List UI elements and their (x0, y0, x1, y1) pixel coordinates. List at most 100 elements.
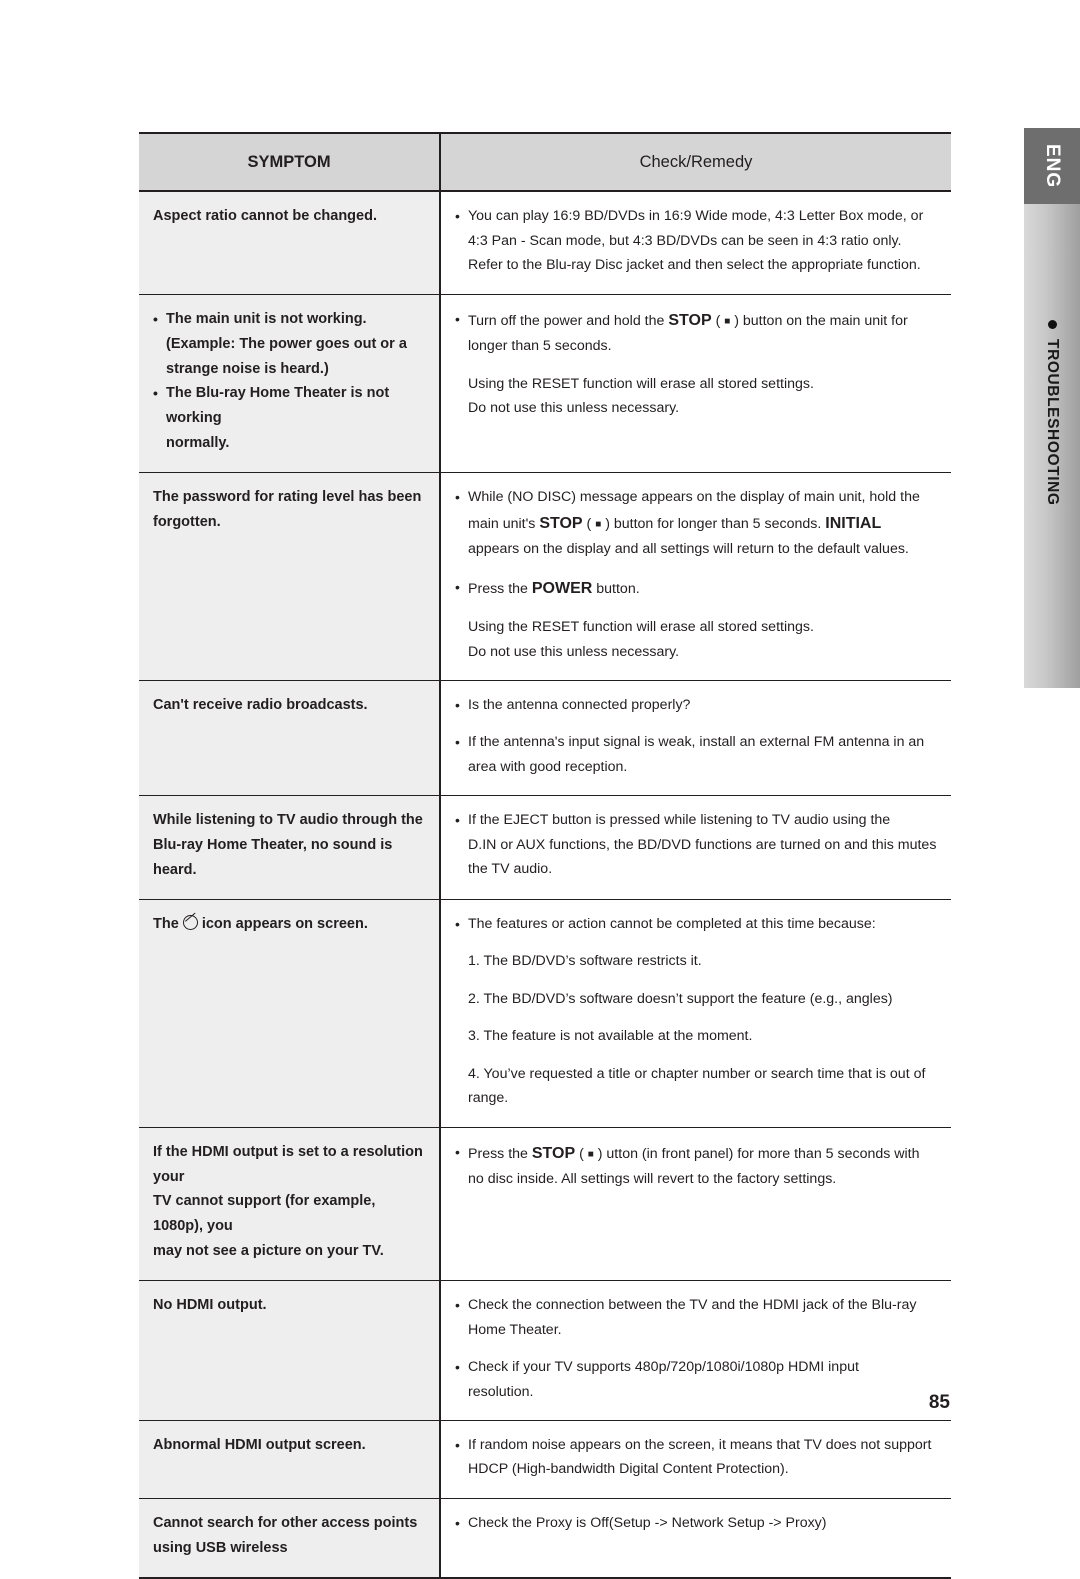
bullet-icon: • (455, 734, 460, 751)
remedy-cell: • Turn off the power and hold the STOP ( … (441, 295, 951, 473)
remedy-text: If the EJECT button is pressed while lis… (468, 812, 891, 829)
symptom-bullet-line: • The main unit is not working. (153, 307, 425, 332)
remedy-bullet-line: • The features or action cannot be comple… (455, 912, 939, 936)
bullet-icon: • (455, 1143, 460, 1160)
remedy-text: Do not use this unless necessary. (468, 643, 680, 660)
remedy-text: Do not use this unless necessary. (468, 400, 680, 416)
remedy-text: 1. The BD/DVD’s software restricts it. (468, 953, 702, 970)
symptom-text: The main unit is not working. (166, 310, 367, 327)
remedy-text: If the antenna's input signal is weak, i… (468, 734, 925, 751)
remedy-text: Using the RESET function will erase all … (468, 619, 814, 636)
remedy-cell: • Check the connection between the TV and… (441, 1281, 951, 1420)
remedy-text: The features or action cannot be complet… (468, 916, 876, 933)
bullet-icon: • (455, 208, 460, 225)
bullet-dot-icon (1047, 320, 1057, 329)
remedy-bullet-line: • While (NO DISC) message appears on the … (455, 485, 939, 509)
remedy-text: If random noise appears on the screen, i… (468, 1436, 932, 1453)
table-row: Can't receive radio broadcasts. • Is the a… (139, 680, 951, 797)
remedy-text: 4. You’ve requested a title or chapter n… (468, 1065, 926, 1107)
bullet-icon: • (455, 489, 460, 506)
symptom-text: normally. (166, 435, 230, 452)
symptom-text: The password for rating level has been (153, 489, 422, 506)
table-row: If the HDMI output is set to a resolutio… (139, 1127, 951, 1282)
bullet-icon: • (455, 1436, 460, 1453)
remedy-cell: • Check the Proxy is Off(Setup -> Network… (441, 1499, 951, 1577)
remedy-bullet-line: • If the EJECT button is pressed while li… (455, 808, 939, 832)
page-number: 85 (928, 1392, 950, 1413)
remedy-text: Check the Proxy is Off(Setup -> Network … (468, 1514, 827, 1531)
remedy-cell: • If the EJECT button is pressed while li… (441, 796, 951, 899)
symptom-cell: While listening to TV audio through the B… (139, 796, 441, 900)
side-tab-section-label: TROUBLESHOOTING (1044, 339, 1061, 506)
symptom-text: (Example: The power goes out or a (166, 335, 407, 352)
symptom-cell: • The main unit is not working. (Example: … (139, 294, 441, 473)
symptom-text: Abnormal HDMI output screen. (153, 1436, 366, 1453)
table-row: While listening to TV audio through the B… (139, 796, 951, 901)
symptom-text: using USB wireless (153, 1539, 288, 1556)
remedy-text: area with good reception. (468, 758, 628, 775)
symptom-text: While listening to TV audio through the (153, 812, 423, 829)
side-tab-language-label: ENG (1042, 143, 1063, 189)
bullet-icon: • (455, 916, 460, 933)
table-header-row: SYMPTOM Check/Remedy (139, 134, 951, 193)
remedy-text: 4:3 Pan - Scan mode, but 4:3 BD/DVDs can… (468, 232, 902, 249)
remedy-text: the TV audio. (468, 861, 553, 878)
symptom-text: The icon appears on screen. (153, 915, 368, 933)
symptom-text: Blu-ray Home Theater, no sound is (153, 837, 393, 854)
remedy-text: main unit's STOP ( ■ ) button for longer… (468, 514, 882, 532)
symptom-text: Cannot search for other access points (153, 1514, 418, 1531)
remedy-cell: • While (NO DISC) message appears on the … (441, 473, 951, 680)
table-row: No HDMI output. • Check the connection bet… (139, 1281, 951, 1421)
table-row: Cannot search for other access points usi… (139, 1498, 951, 1577)
remedy-bullet-line: • Press the POWER button. (455, 575, 939, 603)
symptom-text: If the HDMI output is set to a resolutio… (153, 1143, 423, 1185)
bullet-icon: • (153, 385, 158, 402)
symptom-text: heard. (153, 862, 197, 879)
symptom-cell: Aspect ratio cannot be changed. (139, 192, 441, 294)
symptom-cell: If the HDMI output is set to a resolutio… (139, 1127, 441, 1281)
remedy-text: 2. The BD/DVD’s software doesn’t support… (468, 990, 893, 1007)
remedy-cell: • You can play 16:9 BD/DVDs in 16:9 Wide … (441, 192, 951, 293)
bullet-icon: • (455, 1359, 460, 1376)
bullet-icon: • (455, 1297, 460, 1314)
symptom-text: strange noise is heard.) (166, 360, 329, 377)
remedy-text: Turn off the power and hold the STOP ( ■… (468, 311, 908, 329)
remedy-bullet-line: • Check if your TV supports 480p/720p/108… (455, 1355, 939, 1379)
table-row: • The main unit is not working. (Example: … (139, 294, 951, 474)
remedy-cell: • Is the antenna connected properly? • If t… (441, 681, 951, 795)
remedy-text: longer than 5 seconds. (468, 338, 612, 355)
remedy-cell: • If random noise appears on the screen, … (441, 1421, 951, 1498)
symptom-cell: Abnormal HDMI output screen. (139, 1420, 441, 1498)
bullet-icon: • (455, 1514, 460, 1531)
symptom-text: The Blu-ray Home Theater is not working (166, 385, 390, 427)
remedy-bullet-line: • Check the Proxy is Off(Setup -> Network… (455, 1511, 939, 1535)
table-row: The password for rating level has been fo… (139, 473, 951, 681)
remedy-text: resolution. (468, 1383, 534, 1400)
remedy-bullet-line: • If random noise appears on the screen, … (455, 1433, 939, 1457)
table-row: Abnormal HDMI output screen. • If random n… (139, 1420, 951, 1499)
remedy-bullet-line: • You can play 16:9 BD/DVDs in 16:9 Wide … (455, 204, 939, 228)
bullet-icon: • (455, 696, 460, 713)
remedy-bullet-line: • Check the connection between the TV and… (455, 1293, 939, 1317)
remedy-text: D.IN or AUX functions, the BD/DVD functi… (468, 836, 937, 853)
remedy-text: Home Theater. (468, 1321, 562, 1338)
remedy-text: Refer to the Blu-ray Disc jacket and the… (468, 257, 921, 274)
symptom-text: TV cannot support (for example, 1080p), … (153, 1193, 376, 1235)
remedy-text: Check if your TV supports 480p/720p/1080… (468, 1359, 859, 1376)
symptom-cell: Can't receive radio broadcasts. (139, 680, 441, 796)
bullet-icon: • (455, 812, 460, 829)
remedy-text: no disc inside. All settings will revert… (468, 1171, 837, 1188)
bullet-icon: • (455, 578, 460, 595)
symptom-text: forgotten. (153, 514, 221, 531)
column-header-remedy: Check/Remedy (639, 153, 753, 171)
table-row: Aspect ratio cannot be changed. • You can … (139, 192, 951, 295)
remedy-bullet-line: • Press the STOP ( ■ ) utton (in front pa… (455, 1140, 939, 1168)
symptom-text: may not see a picture on your TV. (153, 1243, 384, 1260)
symptom-cell: The icon appears on screen. (139, 900, 441, 1127)
side-tab-language: ENG (1024, 128, 1080, 204)
remedy-text: HDCP (High-bandwidth Digital Content Pro… (468, 1461, 789, 1478)
